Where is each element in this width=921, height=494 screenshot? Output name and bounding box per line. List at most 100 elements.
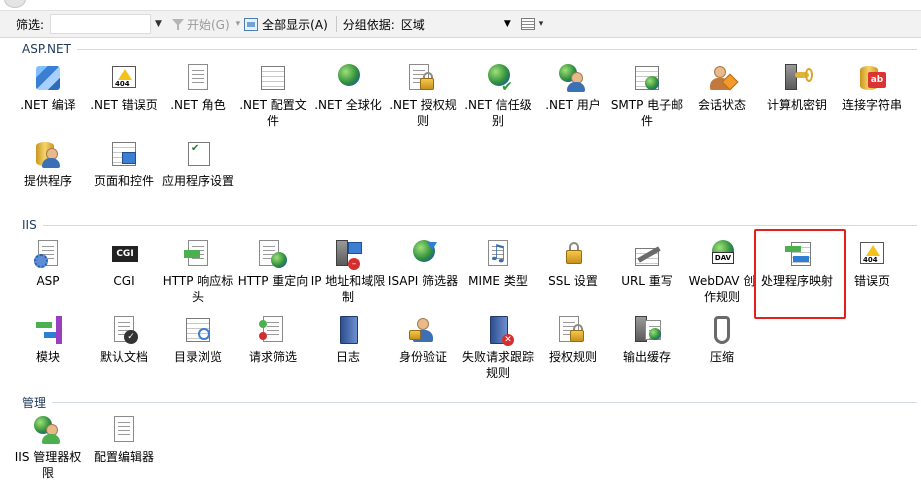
group-title: ASP.NET xyxy=(22,42,71,56)
session-state-icon xyxy=(706,62,739,94)
feature-net-trust-levels[interactable]: ✔ .NET 信任级别 xyxy=(460,62,536,129)
feature-cgi[interactable]: CGI CGI xyxy=(86,238,162,289)
asp-icon xyxy=(32,238,64,270)
feature-http-redirect[interactable]: HTTP 重定向 xyxy=(235,238,311,289)
feature-label: .NET 用户 xyxy=(545,98,601,112)
feature-webdav-authoring[interactable]: DAV WebDAV 创作规则 xyxy=(684,238,760,305)
feature-logging[interactable]: 日志 xyxy=(310,314,386,365)
feature-default-document[interactable]: ✓ 默认文档 xyxy=(86,314,162,365)
feature-authentication[interactable]: 身份验证 xyxy=(385,314,461,365)
feature-label: 身份验证 xyxy=(398,350,447,364)
feature-label: MIME 类型 xyxy=(468,274,528,288)
feature-ip-domain-restrictions[interactable]: – IP 地址和域限制 xyxy=(310,238,386,305)
feature-iis-manager-permissions[interactable]: IIS 管理器权限 xyxy=(10,414,86,481)
feature-label: HTTP 响应标头 xyxy=(162,274,234,304)
feature-compression[interactable]: 压缩 xyxy=(684,314,760,365)
view-dropdown-icon[interactable]: ▾ xyxy=(539,19,544,29)
feature-request-filtering[interactable]: 请求筛选 xyxy=(235,314,311,365)
feature-net-roles[interactable]: .NET 角色 xyxy=(160,62,236,113)
modules-icon xyxy=(32,314,64,346)
ip-domain-restrictions-icon: – xyxy=(332,238,364,270)
feature-isapi-filters[interactable]: ISAPI 筛选器 xyxy=(385,238,461,289)
feature-label: .NET 编译 xyxy=(20,98,76,112)
view-mode-icon[interactable] xyxy=(520,18,535,30)
feature-pages-controls[interactable]: 页面和控件 xyxy=(86,138,162,189)
feature-mime-types[interactable]: ♫ MIME 类型 xyxy=(460,238,536,289)
feature-modules[interactable]: 模块 xyxy=(10,314,86,365)
net-trust-levels-icon: ✔ xyxy=(482,62,514,94)
feature-label: .NET 授权规则 xyxy=(389,98,457,128)
feature-net-authorization-rules[interactable]: .NET 授权规则 xyxy=(385,62,461,129)
feature-ssl-settings[interactable]: SSL 设置 xyxy=(535,238,611,289)
feature-label: 会话状态 xyxy=(697,98,746,112)
feature-connection-strings[interactable]: ab 连接字符串 xyxy=(834,62,910,113)
net-authorization-rules-icon xyxy=(407,62,439,94)
feature-directory-browsing[interactable]: 目录浏览 xyxy=(160,314,236,365)
show-all-button[interactable]: 全部显示(A) xyxy=(244,16,328,33)
feature-label: 应用程序设置 xyxy=(161,174,234,188)
feature-net-users[interactable]: .NET 用户 xyxy=(535,62,611,113)
feature-net-error-pages[interactable]: .NET 错误页 xyxy=(86,62,162,113)
group-by-select[interactable]: 区域 ▼ xyxy=(401,14,513,34)
feature-label: CGI xyxy=(113,274,135,288)
group-by-value: 区域 xyxy=(400,17,425,32)
window-top-strip xyxy=(0,0,921,10)
feature-net-profile[interactable]: .NET 配置文件 xyxy=(235,62,311,129)
failed-request-tracing-icon: ✕ xyxy=(482,314,514,346)
machine-key-icon xyxy=(781,62,813,94)
logging-icon xyxy=(332,314,364,346)
feature-label: 连接字符串 xyxy=(841,98,902,112)
start-filter-button[interactable]: 开始(G) xyxy=(171,16,230,33)
output-caching-icon xyxy=(631,314,663,346)
feature-net-globalization[interactable]: .NET 全球化 xyxy=(310,62,386,113)
filter-input[interactable] xyxy=(50,14,152,34)
default-document-icon: ✓ xyxy=(108,314,140,346)
group-header-management: 管理 xyxy=(22,394,917,411)
toolbar-separator xyxy=(335,16,337,32)
feature-providers[interactable]: 提供程序 xyxy=(10,138,86,189)
show-all-icon xyxy=(244,17,259,31)
feature-smtp-email[interactable]: SMTP 电子邮件 xyxy=(609,62,685,129)
start-filter-label: 开始(G) xyxy=(186,17,230,32)
feature-label: .NET 全球化 xyxy=(314,98,382,112)
feature-failed-request-tracing[interactable]: ✕ 失败请求跟踪规则 xyxy=(460,314,536,381)
show-all-label: 全部显示(A) xyxy=(262,17,328,32)
configuration-editor-icon xyxy=(108,414,140,446)
feature-label: .NET 角色 xyxy=(170,98,226,112)
feature-label: SMTP 电子邮件 xyxy=(610,98,684,128)
feature-label: ISAPI 筛选器 xyxy=(387,274,459,288)
feature-label: 失败请求跟踪规则 xyxy=(461,350,534,380)
feature-authorization-rules[interactable]: 授权规则 xyxy=(535,314,611,365)
cgi-icon: CGI xyxy=(108,238,140,270)
feature-label: 计算机密钥 xyxy=(766,98,827,112)
feature-url-rewrite[interactable]: URL 重写 xyxy=(609,238,685,289)
feature-label: IIS 管理器权限 xyxy=(14,450,82,480)
feature-label: 提供程序 xyxy=(23,174,72,188)
http-response-headers-icon xyxy=(182,238,214,270)
funnel-icon xyxy=(171,18,184,30)
feature-output-caching[interactable]: 输出缓存 xyxy=(609,314,685,365)
start-dropdown-icon[interactable]: ▾ xyxy=(236,19,241,29)
feature-net-compile[interactable]: .NET 编译 xyxy=(10,62,86,113)
error-pages-icon xyxy=(856,238,888,270)
feature-app-settings[interactable]: 应用程序设置 xyxy=(160,138,236,189)
net-roles-icon xyxy=(182,62,214,94)
request-filtering-icon xyxy=(257,314,289,346)
feature-configuration-editor[interactable]: 配置编辑器 xyxy=(86,414,162,465)
feature-label: 压缩 xyxy=(709,350,734,364)
feature-asp[interactable]: ASP xyxy=(10,238,86,289)
feature-session-state[interactable]: 会话状态 xyxy=(684,62,760,113)
feature-label: WebDAV 创作规则 xyxy=(688,274,756,304)
filter-dropdown-icon[interactable]: ▼ xyxy=(155,19,162,29)
feature-machine-key[interactable]: 计算机密钥 xyxy=(759,62,835,113)
group-title: 管理 xyxy=(22,396,47,410)
feature-label: IP 地址和域限制 xyxy=(310,274,386,304)
authorization-rules-icon xyxy=(557,314,589,346)
feature-label: 配置编辑器 xyxy=(93,450,154,464)
feature-label: URL 重写 xyxy=(621,274,673,288)
group-rule xyxy=(42,224,917,226)
app-settings-icon xyxy=(182,138,214,170)
feature-label: 模块 xyxy=(35,350,60,364)
feature-http-response-headers[interactable]: HTTP 响应标头 xyxy=(160,238,236,305)
smtp-email-icon xyxy=(631,62,663,94)
